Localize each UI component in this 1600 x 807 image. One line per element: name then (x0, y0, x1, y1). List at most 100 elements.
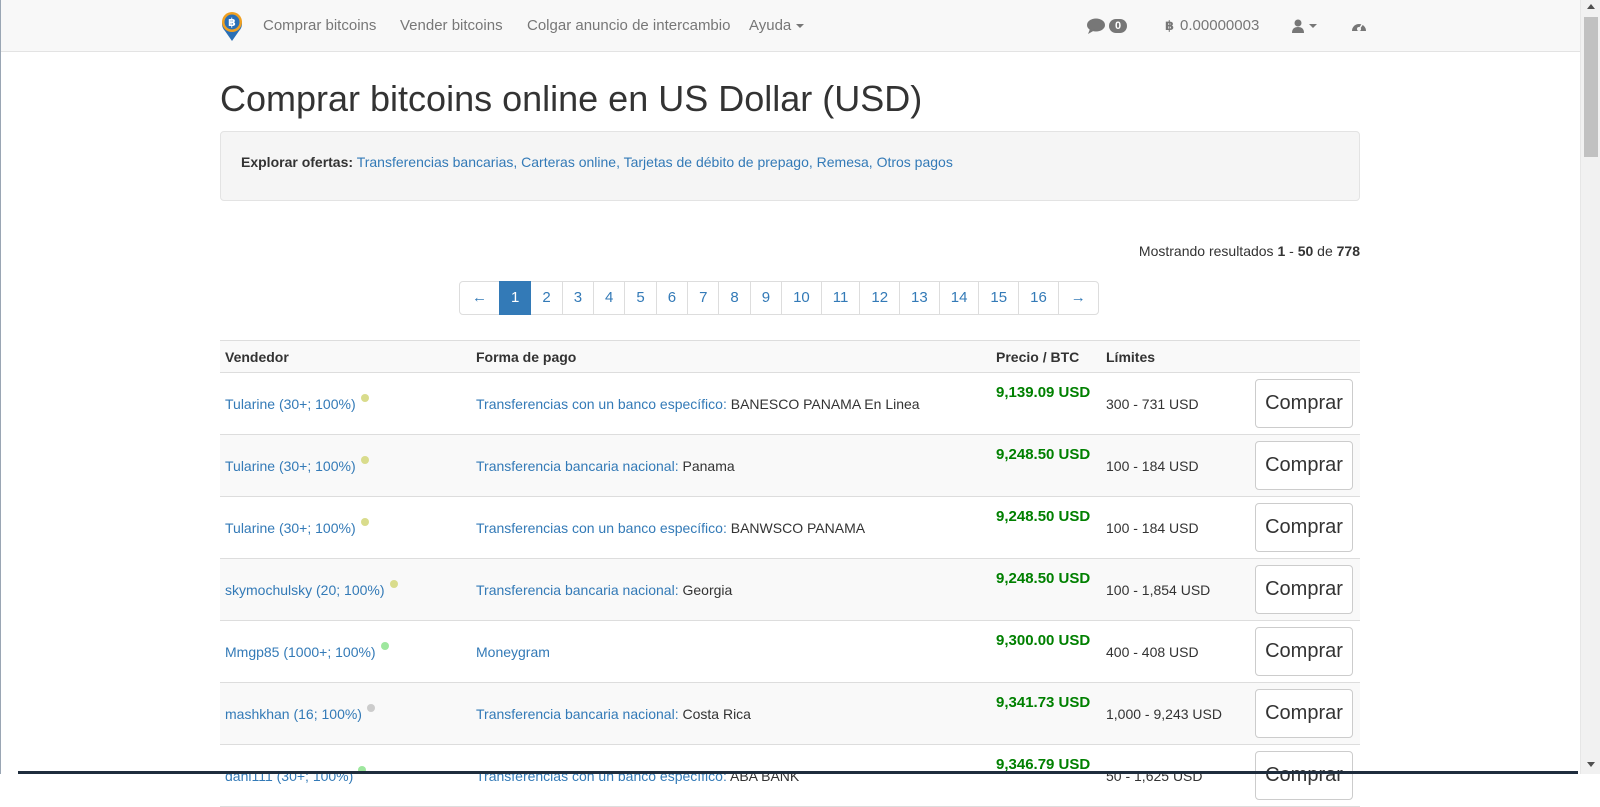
explore-link-otros[interactable]: Otros pagos (877, 154, 953, 170)
seller-link[interactable]: Tularine (30+; 100%) (225, 458, 356, 474)
payment-detail: Panama (682, 458, 735, 474)
payment-cell: Transferencias con un banco específico: … (476, 520, 865, 536)
limits-cell: 1,000 - 9,243 USD (1106, 706, 1222, 722)
pagination-page-2[interactable]: 2 (530, 281, 563, 315)
limits-cell: 400 - 408 USD (1106, 644, 1199, 660)
pagination-page-13[interactable]: 13 (899, 281, 940, 315)
payment-method-link[interactable]: Moneygram (476, 644, 550, 660)
seller-link[interactable]: Tularine (30+; 100%) (225, 396, 356, 412)
online-status-dot (389, 580, 398, 588)
explore-link-transferencias[interactable]: Transferencias bancarias (357, 154, 514, 170)
limits-cell: 300 - 731 USD (1106, 396, 1199, 412)
pagination-next-arrow[interactable]: → (1057, 281, 1099, 315)
pagination-page-14[interactable]: 14 (938, 281, 980, 315)
table-row: mashkhan (16; 100%) Transferencia bancari… (220, 683, 1360, 745)
buy-button[interactable]: Comprar (1255, 565, 1353, 614)
payment-method-link[interactable]: Transferencias con un banco específico: (476, 520, 727, 536)
pagination-page-4[interactable]: 4 (593, 281, 626, 315)
payment-detail: BANWSCO PANAMA (730, 520, 866, 536)
pagination-page-5[interactable]: 5 (624, 281, 657, 315)
online-status-dot (366, 704, 375, 712)
payment-cell: Transferencia bancaria nacional: Costa R… (476, 706, 751, 722)
seller-cell: Tularine (30+; 100%) (225, 456, 369, 474)
buy-button[interactable]: Comprar (1255, 627, 1353, 676)
pagination-page-16[interactable]: 16 (1018, 281, 1059, 315)
payment-method-link[interactable]: Transferencia bancaria nacional: (476, 706, 679, 722)
nav-comprar-bitcoins[interactable]: Comprar bitcoins (263, 17, 376, 34)
page-title: Comprar bitcoins online en US Dollar (US… (220, 78, 923, 119)
user-menu-dropdown[interactable] (1292, 17, 1317, 34)
buy-button[interactable]: Comprar (1255, 503, 1353, 552)
scroll-down-arrow-icon[interactable] (1587, 762, 1595, 767)
vertical-scrollbar[interactable] (1580, 0, 1600, 774)
payment-method-link[interactable]: Transferencia bancaria nacional: (476, 458, 679, 474)
explore-link-tarjetas[interactable]: Tarjetas de débito de prepago (624, 154, 809, 170)
price-cell: 9,248.50 USD (996, 570, 1091, 587)
pagination: ← 1 2 3 4 5 6 7 8 9 10 11 12 13 14 15 16 → (459, 281, 1099, 315)
price-cell: 9,248.50 USD (996, 446, 1091, 463)
payment-method-link[interactable]: Transferencias con un banco específico: (476, 396, 727, 412)
online-status-dot (360, 518, 369, 526)
scrollbar-thumb[interactable] (1584, 17, 1598, 157)
pagination-page-15[interactable]: 15 (978, 281, 1020, 315)
seller-link[interactable]: Tularine (30+; 100%) (225, 520, 356, 536)
user-icon (1292, 19, 1304, 34)
explore-link-carteras[interactable]: Carteras online (521, 154, 616, 170)
payment-cell: Moneygram (476, 644, 550, 660)
dashboard-button[interactable] (1351, 17, 1367, 34)
nav-vender-bitcoins[interactable]: Vender bitcoins (400, 17, 503, 34)
buy-button[interactable]: Comprar (1255, 751, 1353, 800)
results-to: 50 (1297, 243, 1314, 259)
pagination-page-9[interactable]: 9 (749, 281, 783, 315)
chevron-down-icon (796, 24, 805, 29)
pagination-page-8[interactable]: 8 (718, 281, 751, 315)
seller-link[interactable]: skymochulsky (20; 100%) (225, 582, 385, 598)
results-summary: Mostrando resultados 1 - 50 de 778 (1139, 243, 1360, 259)
explore-link-remesa[interactable]: Remesa (817, 154, 869, 170)
pagination-page-7[interactable]: 7 (687, 281, 720, 315)
offers-table: Vendedor Forma de pago Precio / BTC Lími… (220, 340, 1360, 807)
dashboard-icon (1352, 23, 1366, 32)
pagination-page-12[interactable]: 12 (859, 281, 901, 315)
payment-method-link[interactable]: Transferencia bancaria nacional: (476, 582, 679, 598)
table-row: Mmgp85 (1000+; 100%) Moneygram 9,300.00 U… (220, 621, 1360, 683)
limits-cell: 100 - 184 USD (1106, 458, 1199, 474)
wallet-balance-link[interactable]: ฿ 0.00000003 (1165, 17, 1259, 34)
localbitcoins-logo-icon[interactable]: ฿ (220, 10, 244, 42)
chat-icon (1087, 18, 1105, 35)
nav-ayuda-label: Ayuda (749, 17, 792, 34)
price-cell: 9,300.00 USD (996, 632, 1091, 649)
limits-cell: 100 - 1,854 USD (1106, 582, 1211, 598)
pagination-page-11[interactable]: 11 (820, 281, 861, 315)
pagination-page-6[interactable]: 6 (655, 281, 689, 315)
nav-ayuda-dropdown[interactable]: Ayuda (749, 17, 805, 34)
buy-button[interactable]: Comprar (1255, 379, 1353, 428)
seller-cell: mashkhan (16; 100%) (225, 704, 375, 722)
buy-button[interactable]: Comprar (1255, 441, 1353, 490)
bitcoin-icon: ฿ (1165, 19, 1175, 34)
header-payment: Forma de pago (476, 349, 577, 365)
online-status-dot (360, 394, 369, 402)
limits-cell: 100 - 184 USD (1106, 520, 1199, 536)
pagination-page-1[interactable]: 1 (499, 281, 532, 315)
messages-button[interactable]: 0 (1086, 17, 1128, 35)
separator: , (808, 154, 817, 170)
seller-cell: Tularine (30+; 100%) (225, 518, 369, 536)
separator: , (868, 154, 877, 170)
seller-link[interactable]: Mmgp85 (1000+; 100%) (225, 644, 376, 660)
results-dash: - (1289, 243, 1294, 259)
window-border (0, 0, 1, 774)
table-header: Vendedor Forma de pago Precio / BTC Lími… (220, 341, 1360, 373)
price-cell: 9,248.50 USD (996, 508, 1091, 525)
buy-button[interactable]: Comprar (1255, 689, 1353, 738)
header-seller: Vendedor (225, 349, 289, 365)
messages-count-badge: 0 (1109, 19, 1128, 34)
table-row: skymochulsky (20; 100%) Transferencia ban… (220, 559, 1360, 621)
seller-cell: skymochulsky (20; 100%) (225, 580, 398, 598)
scroll-up-arrow-icon[interactable] (1587, 4, 1595, 9)
seller-link[interactable]: mashkhan (16; 100%) (225, 706, 362, 722)
pagination-prev-arrow[interactable]: ← (459, 281, 500, 315)
nav-colgar-anuncio[interactable]: Colgar anuncio de intercambio (527, 17, 730, 34)
pagination-page-10[interactable]: 10 (781, 281, 822, 315)
pagination-page-3[interactable]: 3 (561, 281, 595, 315)
